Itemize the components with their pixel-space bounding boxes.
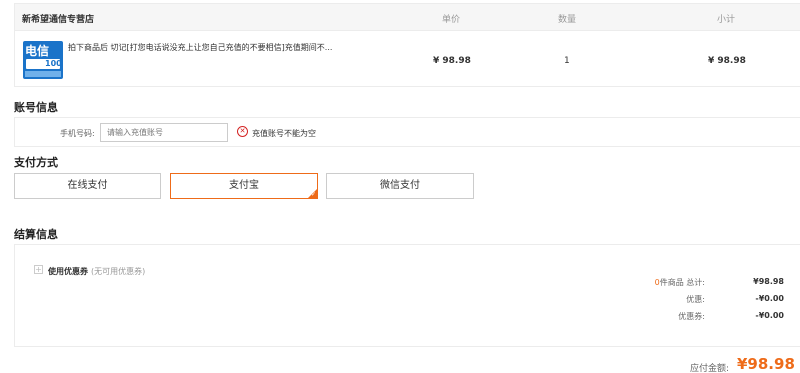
account-section-title: 账号信息 [14, 101, 58, 114]
item-price: ¥ 98.98 [433, 56, 471, 66]
discount-label: 优惠: [686, 295, 705, 304]
pay-alipay-button[interactable]: 支付宝 ✓ [170, 173, 318, 199]
coupon-sum-value: -¥0.00 [755, 311, 784, 320]
settlement-box: + 使用优惠券 (无可用优惠券) 0件商品 总计: ¥98.98 优惠: -¥0… [14, 244, 800, 347]
order-item-row: 电信 100元 拍下商品后 切记[打您电话说没充上让您自己充值的不要相信]充值期… [15, 31, 800, 87]
coupon-note: (无可用优惠券) [91, 267, 146, 276]
items-label: 件商品 总计: [659, 278, 705, 287]
thumbnail-brand-text: 电信 [25, 44, 50, 58]
thumbnail-footer-band [25, 71, 61, 77]
column-header-subtotal: 小计 [717, 15, 736, 25]
expand-plus-icon[interactable]: + [34, 265, 43, 274]
error-message: 充值账号不能为空 [252, 129, 316, 138]
pay-alipay-label: 支付宝 [229, 180, 259, 191]
product-thumbnail[interactable]: 电信 100元 [23, 41, 63, 79]
phone-input[interactable] [100, 123, 228, 142]
items-total-value: ¥98.98 [753, 277, 784, 286]
column-header-price: 单价 [442, 15, 461, 25]
payable-label: 应付金额: [690, 364, 730, 373]
items-total-label: 0件商品 总计: [655, 277, 705, 288]
discount-value: -¥0.00 [755, 294, 784, 303]
order-table: 新希望通信专营店 单价 数量 小计 电信 100元 拍下商品后 切记[打您电话说… [14, 3, 800, 87]
payment-section-title: 支付方式 [14, 156, 58, 169]
error-icon: ✕ [237, 126, 248, 137]
payable-amount: ¥98.98 [737, 355, 795, 373]
item-quantity: 1 [564, 56, 570, 66]
use-coupon-label[interactable]: 使用优惠券 [48, 266, 88, 277]
column-header-quantity: 数量 [558, 15, 577, 25]
item-subtotal: ¥ 98.98 [708, 56, 746, 66]
pay-online-button[interactable]: 在线支付 [14, 173, 161, 199]
pay-wechat-button[interactable]: 微信支付 [326, 173, 474, 199]
check-icon: ✓ [310, 191, 316, 198]
coupon-sum-label: 优惠券: [678, 312, 705, 321]
account-form: 手机号码: ✕ 充值账号不能为空 [14, 117, 800, 147]
phone-label: 手机号码: [60, 129, 95, 138]
product-title[interactable]: 拍下商品后 切记[打您电话说没充上让您自己充值的不要相信]充值期间不... [68, 42, 332, 53]
shop-name[interactable]: 新希望通信专营店 [22, 12, 94, 25]
order-table-header: 新希望通信专营店 单价 数量 小计 [15, 4, 800, 31]
settlement-section-title: 结算信息 [14, 228, 58, 241]
